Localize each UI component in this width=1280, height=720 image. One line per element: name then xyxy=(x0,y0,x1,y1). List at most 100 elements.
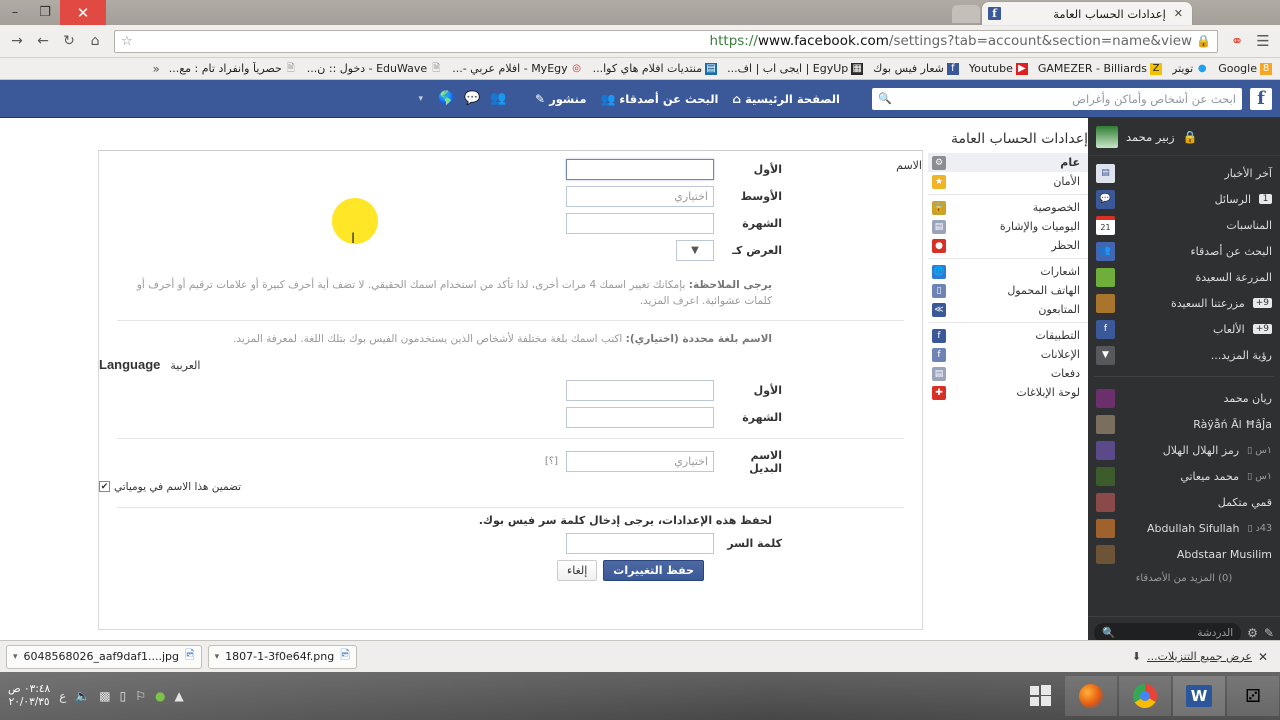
password-input[interactable] xyxy=(566,532,714,554)
taskbar-item-chrome[interactable] xyxy=(1119,676,1171,716)
network-icon[interactable]: ▩ xyxy=(99,689,110,703)
language-indicator[interactable]: ع xyxy=(59,689,66,703)
bookmarks-overflow-icon[interactable]: « xyxy=(149,62,162,76)
account-menu-caret-icon[interactable]: ▾ xyxy=(419,94,424,104)
language-last-name-input[interactable] xyxy=(566,406,714,428)
settings-nav-apps[interactable]: f التطبيقات xyxy=(928,326,1088,345)
settings-nav-mobile[interactable]: ▯ الهاتف المحمول xyxy=(928,281,1088,300)
privacy-shortcuts-icon[interactable]: 🔒 xyxy=(1183,130,1198,144)
flag-icon[interactable]: ⚐ xyxy=(135,689,146,703)
chat-contact[interactable]: Abdstaar Musilim xyxy=(1088,541,1280,567)
language-first-name-input[interactable] xyxy=(566,379,714,401)
download-item-caret-icon[interactable]: ▾ xyxy=(13,652,18,662)
gear-icon[interactable]: ⚙ xyxy=(1247,626,1258,640)
middle-name-input[interactable] xyxy=(566,186,714,207)
taskbar-item-word[interactable]: W xyxy=(1173,676,1225,716)
compose-icon[interactable]: ✎ xyxy=(1264,626,1274,640)
bookmark-item[interactable]: ● تويتر xyxy=(1168,61,1212,76)
globe-notifications-icon[interactable]: 🌎 xyxy=(435,89,457,109)
save-changes-button[interactable]: حفظ التغييرات xyxy=(603,559,704,581)
show-all-downloads-link[interactable]: عرض جميع التنزيلات... xyxy=(1147,650,1252,663)
bookmark-item[interactable]: ▶ Youtube xyxy=(965,61,1032,76)
sidebar-user-header[interactable]: زبير محمد 🔒 xyxy=(1088,118,1280,156)
chrome-menu-icon[interactable]: ☰ xyxy=(1252,30,1274,52)
new-tab-button[interactable] xyxy=(952,5,980,23)
first-name-input[interactable] xyxy=(566,159,714,180)
chat-contact[interactable]: ريان محمد xyxy=(1088,385,1280,411)
friend-requests-icon[interactable]: 👥 xyxy=(487,89,509,109)
sidebar-item-our-farm[interactable]: مزرعتنا السعيدة 9+ xyxy=(1088,290,1280,316)
bookmark-item[interactable]: ▦ EgyUp | ايجى اب | اف... xyxy=(723,61,867,76)
window-minimize-button[interactable]: – xyxy=(0,0,30,25)
taskbar-item-dice-app[interactable]: ⚂ xyxy=(1227,676,1279,716)
sidebar-item-happy-farm[interactable]: المزرعة السعيدة xyxy=(1088,264,1280,290)
reload-icon[interactable]: ↻ xyxy=(58,30,80,52)
home-icon[interactable]: ⌂ xyxy=(84,30,106,52)
chat-contact[interactable]: قمي متكمل xyxy=(1088,489,1280,515)
download-item[interactable]: ▾ 1807-1-3f0e64f.png 🖻 xyxy=(207,644,357,669)
address-bar[interactable]: ☆ https://www.facebook.com/settings?tab=… xyxy=(114,29,1218,53)
settings-nav-timeline[interactable]: ▤ اليوميات والإشارة xyxy=(928,217,1088,236)
taskbar-item-firefox[interactable] xyxy=(1065,676,1117,716)
settings-nav-followers[interactable]: ≫ المتابعون xyxy=(928,300,1088,319)
alt-language-learn-more-link[interactable]: لمعرفة المزيد. xyxy=(233,333,300,345)
tab-close-icon[interactable]: ✕ xyxy=(1171,7,1186,20)
include-name-checkbox-row[interactable]: ✔ تضمين هذا الاسم في يومياتي xyxy=(99,481,714,493)
show-hidden-icons[interactable]: ▲ xyxy=(174,689,183,703)
forward-icon[interactable]: → xyxy=(6,30,28,52)
sidebar-item-events[interactable]: 21 المناسبات xyxy=(1088,212,1280,238)
extension-icon[interactable]: ⚭ xyxy=(1226,30,1248,52)
chat-contact[interactable]: Abdullah Sifullah 43د ▯ xyxy=(1088,515,1280,541)
download-item[interactable]: ▾ 6048568026_aaf9daf1....jpg 🖻 xyxy=(6,644,202,669)
more-friends-link[interactable]: (0) المزيد من الأصدقاء xyxy=(1088,567,1280,590)
chat-contact[interactable]: Ràÿåń Āl ĦâĴa xyxy=(1088,411,1280,437)
sidebar-item-newsfeed[interactable]: ▤ آخر الأخبار xyxy=(1088,160,1280,186)
volume-icon[interactable]: 🔈 xyxy=(75,689,90,703)
battery-icon[interactable]: ▯ xyxy=(120,689,127,703)
bookmark-item[interactable]: 🗎 EduWave - دخول :: ن... xyxy=(303,61,446,76)
sidebar-item-see-more[interactable]: ▼ رؤية المزيد... xyxy=(1088,342,1280,368)
chat-contact[interactable]: رمز الهلال الهلال ١س ▯ xyxy=(1088,437,1280,463)
settings-nav-privacy[interactable]: 🔒 الخصوصية xyxy=(928,198,1088,217)
window-close-button[interactable]: ✕ xyxy=(60,0,106,25)
messages-icon[interactable]: 💬 xyxy=(461,89,483,109)
bookmark-item[interactable]: ◎ MyEgy - افلام عربي -... xyxy=(448,61,586,76)
bookmark-item[interactable]: 8 Google xyxy=(1214,61,1276,76)
settings-nav-payments[interactable]: ▤ دفعات xyxy=(928,364,1088,383)
nav-find-friends-link[interactable]: البحث عن أصدقاء 👥 xyxy=(600,92,718,106)
bookmark-item[interactable]: f شعار فيس بوك xyxy=(869,61,963,76)
note-learn-more-link[interactable]: اعرف المزيد. xyxy=(640,295,702,307)
download-item-caret-icon[interactable]: ▾ xyxy=(215,652,220,662)
nav-post-link[interactable]: منشور ✎ xyxy=(535,92,586,106)
alternate-name-input[interactable] xyxy=(566,451,714,473)
sidebar-item-find-friends[interactable]: 👥 البحث عن أصدقاء xyxy=(1088,238,1280,264)
back-icon[interactable]: ← xyxy=(32,30,54,52)
bookmark-item[interactable]: 🗎 حصرياً وانفراد تام : مع... xyxy=(165,61,301,76)
show-as-select[interactable]: ▼ xyxy=(676,240,714,261)
window-maximize-button[interactable]: ❐ xyxy=(30,0,60,25)
cancel-button[interactable]: إلغاء xyxy=(557,559,598,581)
facebook-logo-icon[interactable]: f xyxy=(1250,87,1272,110)
settings-nav-support[interactable]: ✚ لوحة الإبلاغات xyxy=(928,383,1088,402)
nav-home-link[interactable]: الصفحة الرئيسية ⌂ xyxy=(732,92,840,106)
bookmark-item[interactable]: ▤ منتديات افلام هاي كوا... xyxy=(589,61,721,76)
chat-contact[interactable]: محمد ميعاتي ١س ▯ xyxy=(1088,463,1280,489)
facebook-search-input[interactable]: ابحث عن أشخاص وأماكن وأغراض 🔍 xyxy=(872,87,1242,110)
settings-nav-general[interactable]: ⚙ عام xyxy=(928,153,1088,172)
settings-nav-ads[interactable]: f الإعلانات xyxy=(928,345,1088,364)
last-name-input[interactable] xyxy=(566,213,714,234)
sidebar-item-messages[interactable]: 💬 الرسائل 1 xyxy=(1088,186,1280,212)
settings-nav-blocking[interactable]: ● الحظر xyxy=(928,236,1088,255)
shield-icon[interactable]: ● xyxy=(155,689,165,703)
bookmark-star-icon[interactable]: ☆ xyxy=(121,34,133,49)
browser-tab[interactable]: ✕ إعدادات الحساب العامة f xyxy=(982,2,1192,25)
settings-nav-notifications[interactable]: 🌐 اشعارات xyxy=(928,262,1088,281)
include-name-checkbox[interactable]: ✔ xyxy=(99,481,110,493)
settings-nav-security[interactable]: ★ الأمان xyxy=(928,172,1088,191)
downloads-close-icon[interactable]: ✕ xyxy=(1252,650,1274,664)
bookmark-item[interactable]: Z GAMEZER - Billiards xyxy=(1034,61,1166,76)
start-button[interactable] xyxy=(1018,672,1064,720)
taskbar-clock[interactable]: ٠٣:٤٨ ص ٢٠/٠٣/٣٥ xyxy=(8,683,50,709)
alternate-name-help-icon[interactable]: [؟] xyxy=(545,456,558,467)
sidebar-item-games[interactable]: f الألعاب 9+ xyxy=(1088,316,1280,342)
